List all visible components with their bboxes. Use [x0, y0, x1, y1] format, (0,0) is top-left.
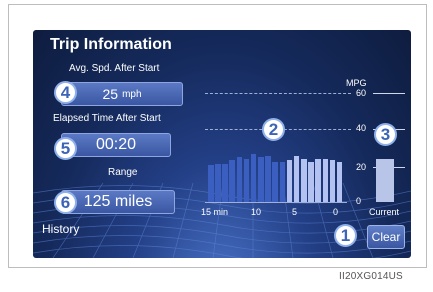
- range-label: Range: [108, 167, 138, 178]
- avg-speed-unit: mph: [122, 88, 142, 100]
- trip-information-screen: Trip Information Avg. Spd. After Start 2…: [33, 30, 411, 258]
- grid-line-60: [205, 93, 351, 94]
- x-tick-label: 0: [333, 207, 339, 217]
- callout-2: 2: [262, 118, 285, 141]
- callout-4: 4: [54, 81, 77, 104]
- grid-line-60-right: [373, 93, 405, 94]
- mpg-bar: [336, 162, 343, 202]
- mpg-bar: [293, 155, 300, 202]
- current-label: Current: [369, 207, 400, 217]
- callout-1: 1: [334, 224, 357, 247]
- clear-button[interactable]: Clear: [367, 225, 405, 249]
- history-button[interactable]: History: [42, 222, 79, 236]
- avg-speed-label: Avg. Spd. After Start: [69, 63, 160, 74]
- avg-speed-value-box: 25 mph: [61, 82, 183, 106]
- range-value: 125 miles: [83, 193, 153, 210]
- mpg-bar-chart: [207, 138, 343, 202]
- mpg-bar: [286, 160, 293, 202]
- y-tick-label: 60: [356, 88, 367, 98]
- mpg-bar: [329, 160, 336, 202]
- callout-6: 6: [54, 191, 77, 214]
- x-tick-label: 15 min: [201, 207, 229, 217]
- mpg-bar: [250, 154, 257, 202]
- x-tick-label: 5: [292, 207, 298, 217]
- callout-3: 3: [374, 123, 397, 146]
- avg-speed-value: 25: [102, 86, 119, 102]
- current-mpg-area: [376, 138, 394, 202]
- screen-title: Trip Information: [50, 36, 172, 53]
- elapsed-time-label: Elapsed Time After Start: [53, 113, 161, 124]
- mpg-bar: [308, 162, 314, 202]
- mpg-bar: [229, 160, 236, 202]
- mpg-bar: [258, 157, 264, 202]
- y-tick-label: 0: [356, 196, 362, 206]
- elapsed-time-value: 00:20: [95, 136, 137, 153]
- mpg-bar: [272, 162, 278, 202]
- mpg-bar: [322, 158, 329, 202]
- mpg-bar: [279, 162, 286, 202]
- mpg-bar: [236, 157, 243, 202]
- elapsed-time-value-box: 00:20: [61, 133, 171, 157]
- chart-ylabel: MPG: [346, 78, 367, 88]
- mpg-bar: [243, 158, 250, 202]
- mpg-bar: [301, 158, 307, 202]
- chart-baseline: [205, 202, 347, 203]
- y-tick-label: 20: [356, 162, 367, 172]
- range-value-box: 125 miles: [61, 190, 175, 214]
- mpg-bar: [222, 163, 228, 202]
- current-mpg-bar: [376, 158, 394, 202]
- mpg-bar: [265, 155, 271, 202]
- mpg-bar: [215, 163, 221, 202]
- figure-caption: II20XG014US: [339, 271, 403, 282]
- mpg-bar: [315, 158, 321, 202]
- callout-5: 5: [54, 137, 77, 160]
- mpg-bar: [208, 165, 214, 202]
- y-tick-label: 40: [356, 123, 367, 133]
- x-tick-label: 10: [251, 207, 262, 217]
